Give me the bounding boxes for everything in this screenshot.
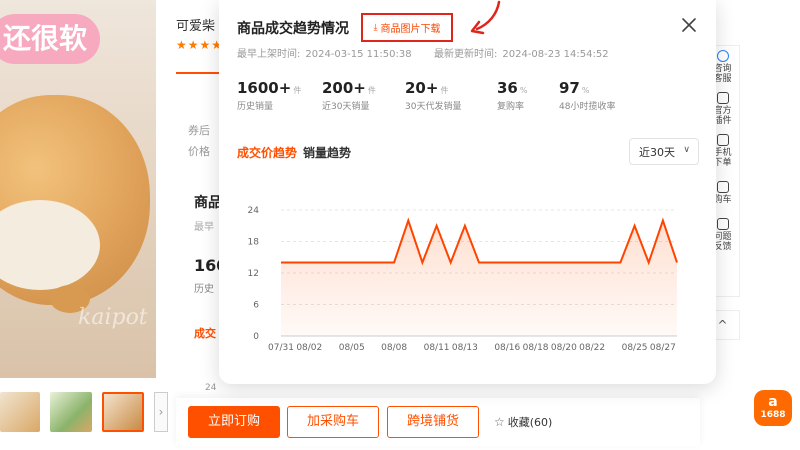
stat-label: 30天代发销量 <box>405 102 462 112</box>
tab-price-trend[interactable]: 成交价趋势 <box>237 144 297 161</box>
product-image: 还很软 kaipot <box>0 0 156 378</box>
title-underline <box>176 72 222 74</box>
thumbnail-selected[interactable] <box>102 392 144 432</box>
first-listed-label: 最早上架时间: <box>237 49 301 60</box>
stat-history-sales: 1600+ 件 历史销量 <box>237 78 301 112</box>
rail-label: 手机 下单 <box>713 148 732 168</box>
background-chart-tick: 24 <box>205 383 217 393</box>
product-title: 可爱柴 <box>176 19 216 34</box>
star-icon: ☆ <box>494 415 505 429</box>
latest-update-value: 2024-08-23 14:54:52 <box>502 49 609 60</box>
stat-unit: % <box>581 86 590 95</box>
x-tick-label: 08/27 <box>650 343 676 353</box>
rail-label: 问题 反馈 <box>713 232 732 252</box>
tab-sales-trend[interactable]: 销量趋势 <box>303 144 351 161</box>
headset-icon <box>716 50 729 62</box>
latest-update-meta: 最新更新时间: 2024-08-23 14:54:52 <box>434 45 609 60</box>
brand-badge-text: 1688 <box>760 410 786 420</box>
rail-label: 官方 插件 <box>713 106 732 126</box>
stat-48h-pickup-rate: 97% 48小时揽收率 <box>559 78 615 112</box>
stat-30d-dropship-sales: 20+ 件 30天代发销量 <box>405 78 461 112</box>
rating-stars: ★★★★ <box>176 38 224 52</box>
buy-now-button[interactable]: 立即订购 <box>188 406 280 438</box>
first-listed-value: 2024-03-15 11:50:38 <box>305 49 412 60</box>
cart-icon <box>716 181 729 193</box>
date-range-value: 近30天 <box>639 145 675 159</box>
x-tick-label: 08/18 <box>523 343 549 353</box>
x-tick-label: 08/22 <box>579 343 605 353</box>
y-tick-label: 6 <box>253 301 259 311</box>
stat-value: 36 <box>497 79 518 97</box>
stat-value: 1600+ <box>237 79 292 97</box>
x-tick-label: 08/13 <box>452 343 478 353</box>
stat-unit: % <box>519 86 528 95</box>
watermark: kaipot <box>78 305 148 330</box>
add-to-cart-button[interactable]: 加采购车 <box>287 406 379 438</box>
background-card-sub: 最早 <box>194 222 214 233</box>
stat-unit: 件 <box>440 86 449 95</box>
thumbnail[interactable] <box>0 392 40 432</box>
stat-value: 200+ <box>322 79 366 97</box>
stat-value: 97 <box>559 79 580 97</box>
chevron-down-icon: ∨ <box>683 145 690 155</box>
first-listed-meta: 最早上架时间: 2024-03-15 11:50:38 <box>237 45 412 60</box>
plugin-icon <box>716 92 729 104</box>
background-card-number-label: 历史 <box>194 284 214 295</box>
y-tick-label: 0 <box>253 332 259 342</box>
x-tick-label: 08/25 <box>622 343 648 353</box>
y-tick-label: 18 <box>248 238 260 248</box>
brand-logo-glyph: a <box>768 394 778 410</box>
thumbnail-next-button[interactable]: › <box>154 392 168 432</box>
x-tick-label: 07/31 <box>268 343 294 353</box>
stat-unit: 件 <box>293 86 302 95</box>
rail-label: 购车 <box>713 195 732 205</box>
latest-update-label: 最新更新时间: <box>434 49 498 60</box>
favorite-button[interactable]: ☆ 收藏(60) <box>494 414 552 430</box>
x-tick-label: 08/20 <box>551 343 577 353</box>
promo-bubble: 还很软 <box>0 14 100 64</box>
price-trend-chart: 0 6 12 18 24 07/31 08/02 08/05 08/08 08/11 08/13 08… <box>248 206 678 353</box>
background-card-tab: 成交 <box>194 327 216 340</box>
label-after-coupon: 券后 <box>188 124 210 137</box>
stat-label: 近30天销量 <box>322 102 370 112</box>
annotation-arrow-icon <box>470 0 501 35</box>
stat-label: 复购率 <box>497 102 525 112</box>
stat-label: 48小时揽收率 <box>559 102 616 112</box>
close-icon[interactable] <box>681 17 697 33</box>
feedback-icon <box>716 218 729 230</box>
modal-title: 商品成交趋势情况 <box>237 21 349 37</box>
series-area <box>281 220 677 336</box>
y-tick-label: 24 <box>248 206 260 216</box>
download-images-button[interactable]: ⤓ 商品图片下载 <box>361 13 453 42</box>
stat-label: 历史销量 <box>237 102 274 112</box>
brand-badge[interactable]: a 1688 <box>754 390 792 426</box>
thumbnail[interactable] <box>50 392 92 432</box>
cross-border-button[interactable]: 跨境铺货 <box>387 406 479 438</box>
thumbnail-strip: › <box>0 392 168 432</box>
rail-label: 咨询 客服 <box>713 64 732 84</box>
label-price: 价格 <box>188 145 210 158</box>
stat-30d-sales: 200+ 件 近30天销量 <box>322 78 376 112</box>
stat-repurchase-rate: 36% 复购率 <box>497 78 527 112</box>
x-tick-label: 08/05 <box>339 343 365 353</box>
favorite-label: 收藏(60) <box>507 416 553 429</box>
background-card-title: 商品 <box>194 195 222 211</box>
trend-modal: 商品成交趋势情况 ⤓ 商品图片下载 最早上架时间: 2024-03-15 11:5… <box>219 0 716 384</box>
x-tick-label: 08/08 <box>381 343 407 353</box>
x-tick-label: 08/02 <box>296 343 322 353</box>
x-tick-label: 08/16 <box>494 343 520 353</box>
action-bar: 立即订购 加采购车 跨境铺货 ☆ 收藏(60) <box>176 398 700 446</box>
stat-unit: 件 <box>367 86 376 95</box>
x-tick-label: 08/11 <box>424 343 450 353</box>
date-range-select[interactable]: 近30天 ∨ <box>629 138 699 165</box>
download-icon: ⤓ <box>373 22 378 33</box>
y-tick-label: 12 <box>248 269 259 279</box>
stat-value: 20+ <box>405 79 439 97</box>
qr-code-icon <box>716 134 729 146</box>
download-label: 商品图片下载 <box>380 24 441 35</box>
